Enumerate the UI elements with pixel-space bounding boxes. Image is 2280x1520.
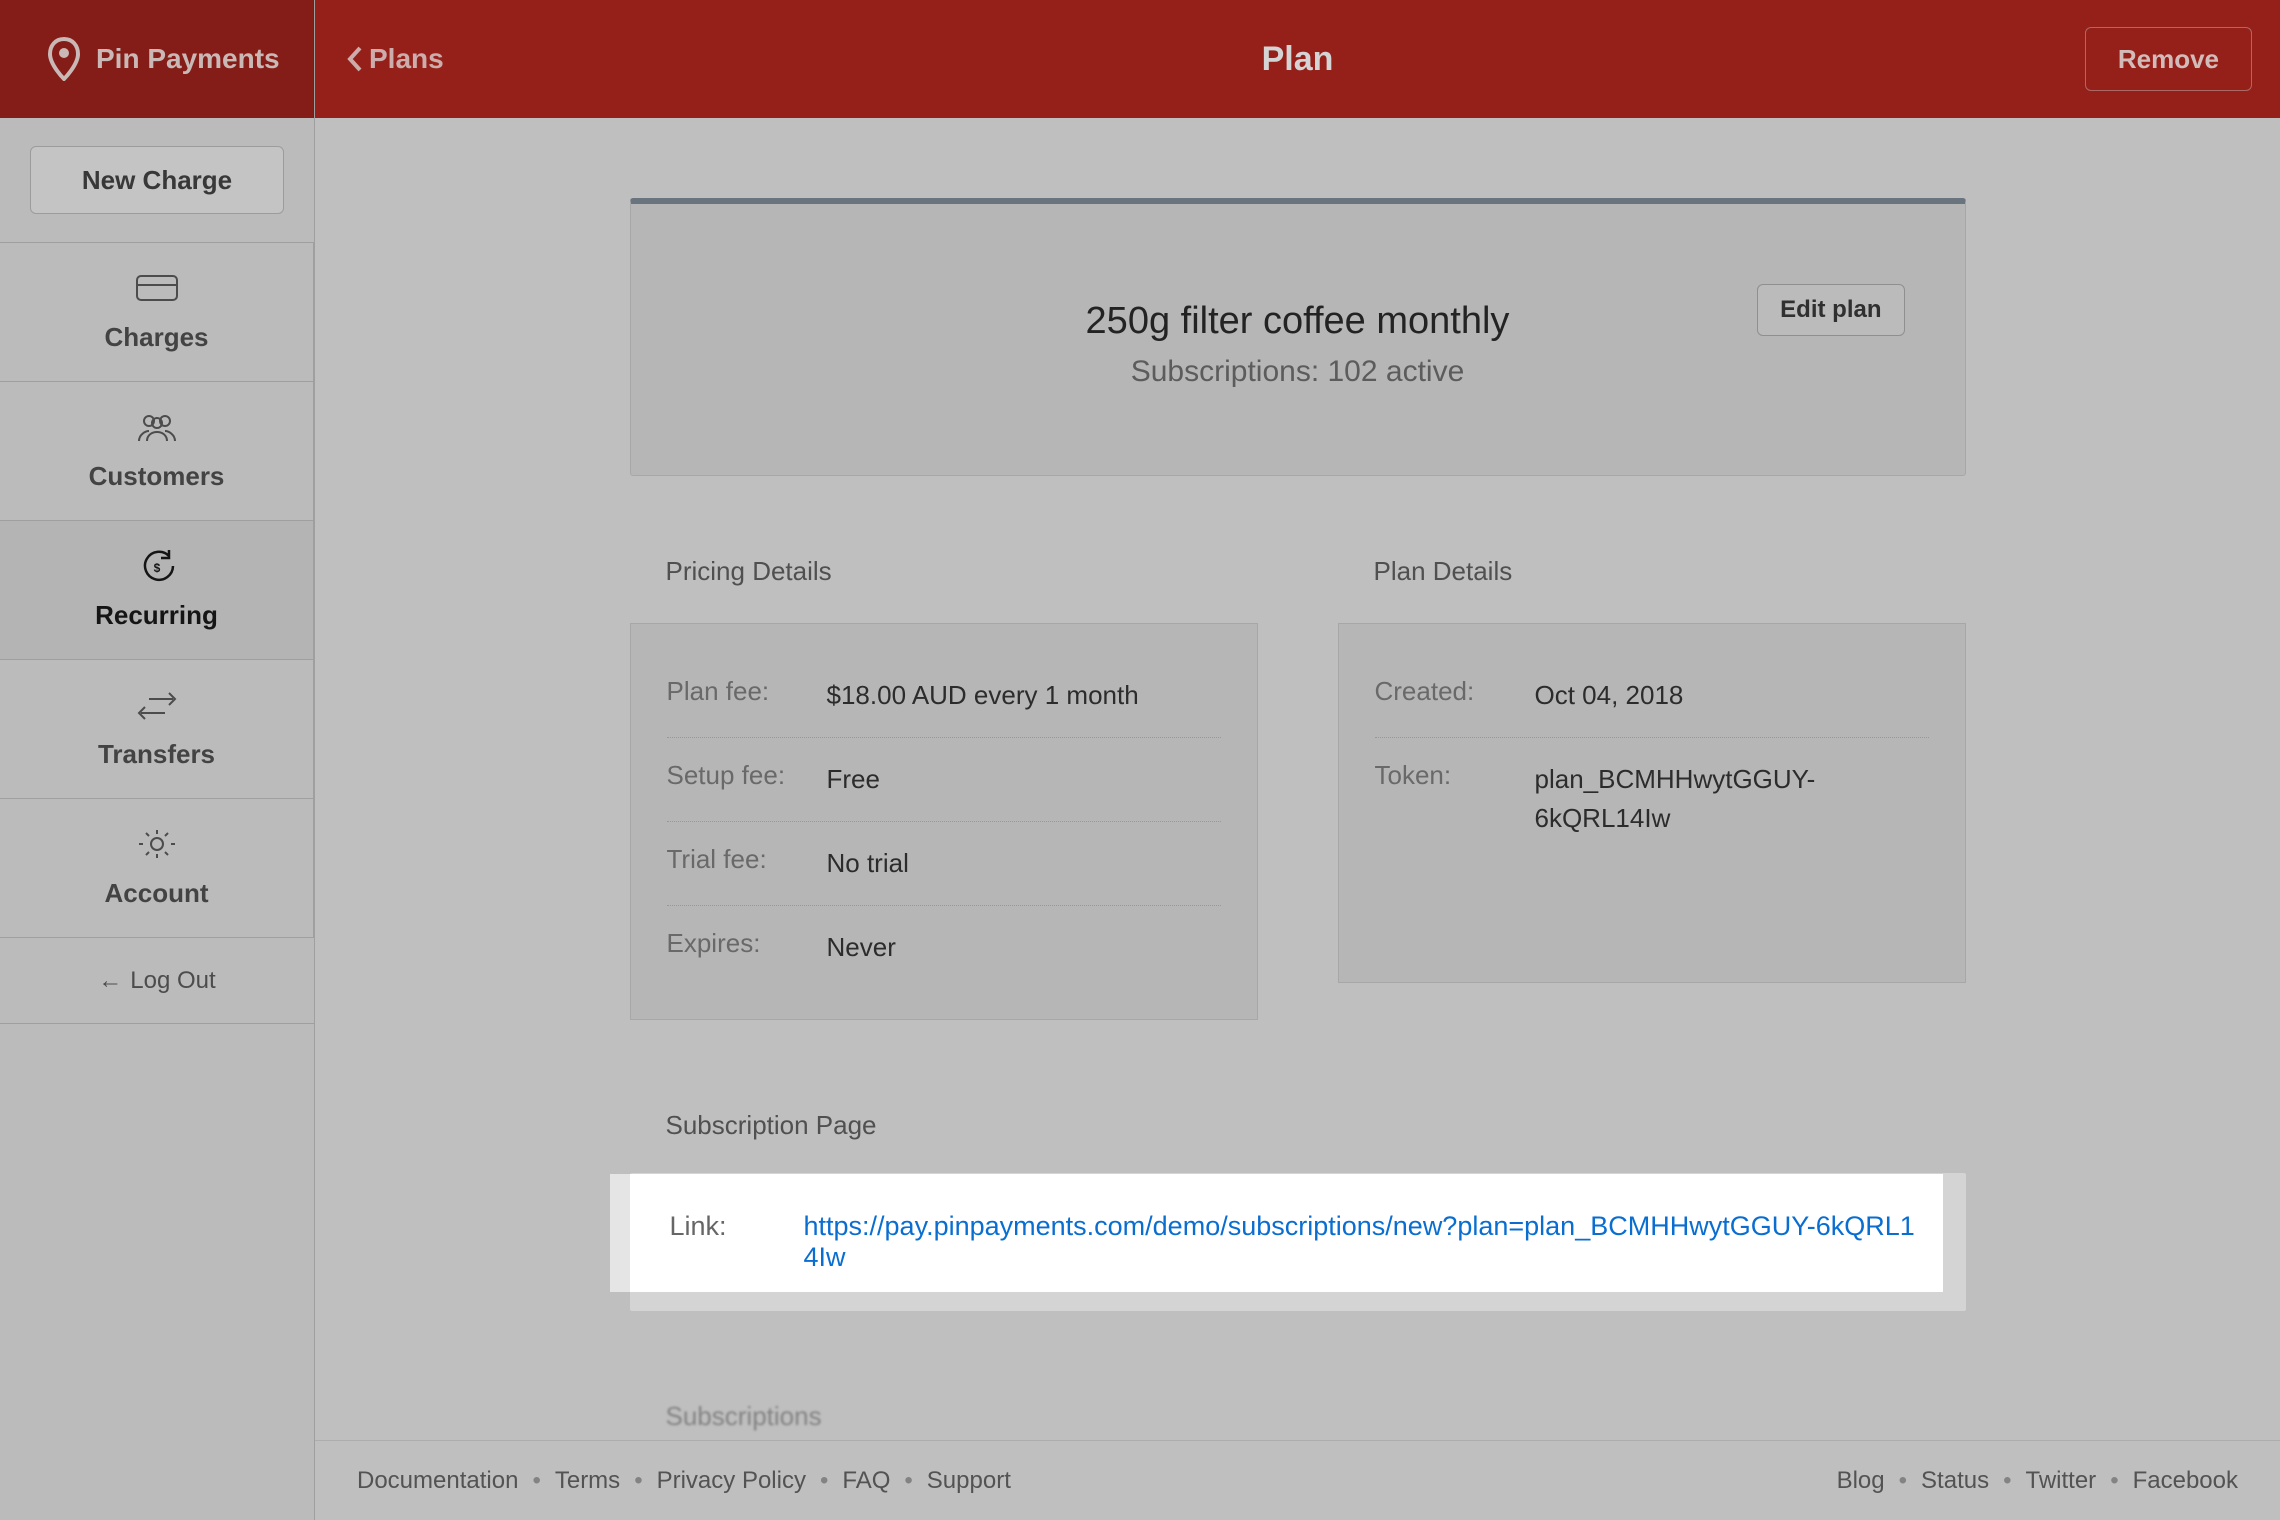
kv-row-token: Token: plan_BCMHHwytGGUY-6kQRL14Iw [1375,738,1929,860]
kv-key: Setup fee: [667,760,827,799]
subscription-link-panel: Link: https://pay.pinpayments.com/demo/s… [630,1173,1966,1311]
kv-key: Trial fee: [667,844,827,883]
kv-value: Never [827,928,896,967]
footer-link-facebook[interactable]: Facebook [2133,1467,2238,1495]
arrow-left-icon: ← [98,967,122,995]
brand-name: Pin Payments [96,43,280,75]
back-label: Plans [369,43,444,75]
kv-key: Plan fee: [667,676,827,715]
footer-link-terms[interactable]: Terms [555,1467,620,1495]
sidebar-item-recurring[interactable]: $ Recurring [0,521,314,660]
kv-row-created: Created: Oct 04, 2018 [1375,654,1929,738]
sidebar-item-customers[interactable]: Customers [0,382,314,521]
kv-value: $18.00 AUD every 1 month [827,676,1139,715]
pricing-details-panel: Pricing Details Plan fee: $18.00 AUD eve… [630,556,1258,1020]
people-icon [135,411,179,443]
svg-text:$: $ [153,561,160,575]
back-to-plans[interactable]: Plans [345,43,444,75]
top-header: Plans Plan Remove [315,0,2280,118]
footer-link-blog[interactable]: Blog [1837,1467,1885,1495]
footer-link-privacy[interactable]: Privacy Policy [657,1467,806,1495]
kv-value: Oct 04, 2018 [1535,676,1684,715]
kv-value: plan_BCMHHwytGGUY-6kQRL14Iw [1535,760,1929,838]
footer: Documentation• Terms• Privacy Policy• FA… [315,1440,2280,1520]
sidebar-item-transfers[interactable]: Transfers [0,660,314,799]
content: Edit plan 250g filter coffee monthly Sub… [315,118,2280,1520]
footer-link-status[interactable]: Status [1921,1467,1989,1495]
kv-key: Created: [1375,676,1535,715]
kv-value: Free [827,760,880,799]
sidebar-item-label: Transfers [98,739,215,770]
new-charge-wrap: New Charge [0,118,314,243]
brand: Pin Payments [0,0,314,118]
kv-key: Expires: [667,928,827,967]
footer-link-faq[interactable]: FAQ [842,1467,890,1495]
main: Plans Plan Remove Edit plan 250g filter … [315,0,2280,1520]
transfers-icon [135,689,179,721]
plan-details-title: Plan Details [1374,556,1966,587]
page-title: Plan [315,40,2280,79]
card-icon [135,272,179,304]
recurring-icon: $ [135,550,179,582]
chevron-left-icon [345,45,365,73]
sidebar: Pin Payments New Charge Charges Customer… [0,0,315,1520]
footer-link-twitter[interactable]: Twitter [2026,1467,2097,1495]
kv-row-setup-fee: Setup fee: Free [667,738,1221,822]
kv-value: No trial [827,844,909,883]
logout-link[interactable]: ← Log Out [0,938,314,1024]
sidebar-item-account[interactable]: Account [0,799,314,938]
gear-icon [135,828,179,860]
subscriptions-section-title: Subscriptions [666,1401,1966,1432]
footer-link-support[interactable]: Support [927,1467,1011,1495]
sidebar-item-label: Customers [89,461,225,492]
kv-row-expires: Expires: Never [667,906,1221,989]
sidebar-item-charges[interactable]: Charges [0,243,314,382]
link-label: Link: [670,1211,768,1273]
new-charge-button[interactable]: New Charge [30,146,284,214]
edit-plan-button[interactable]: Edit plan [1757,284,1904,336]
footer-link-documentation[interactable]: Documentation [357,1467,518,1495]
plan-summary-card: Edit plan 250g filter coffee monthly Sub… [630,198,1966,476]
subscription-page-title: Subscription Page [666,1110,1966,1141]
kv-key: Token: [1375,760,1535,838]
logout-label: Log Out [130,967,215,995]
plan-details-panel: Plan Details Created: Oct 04, 2018 Token… [1338,556,1966,1020]
kv-row-trial-fee: Trial fee: No trial [667,822,1221,906]
sidebar-item-label: Account [105,878,209,909]
plan-title: 250g filter coffee monthly [681,300,1915,343]
kv-row-plan-fee: Plan fee: $18.00 AUD every 1 month [667,654,1221,738]
sidebar-item-label: Charges [104,322,208,353]
sidebar-item-label: Recurring [95,600,218,631]
remove-button[interactable]: Remove [2085,27,2252,91]
subscription-link[interactable]: https://pay.pinpayments.com/demo/subscri… [804,1211,1926,1273]
plan-subtitle: Subscriptions: 102 active [681,355,1915,389]
logo-icon [48,37,80,81]
pricing-details-title: Pricing Details [666,556,1258,587]
